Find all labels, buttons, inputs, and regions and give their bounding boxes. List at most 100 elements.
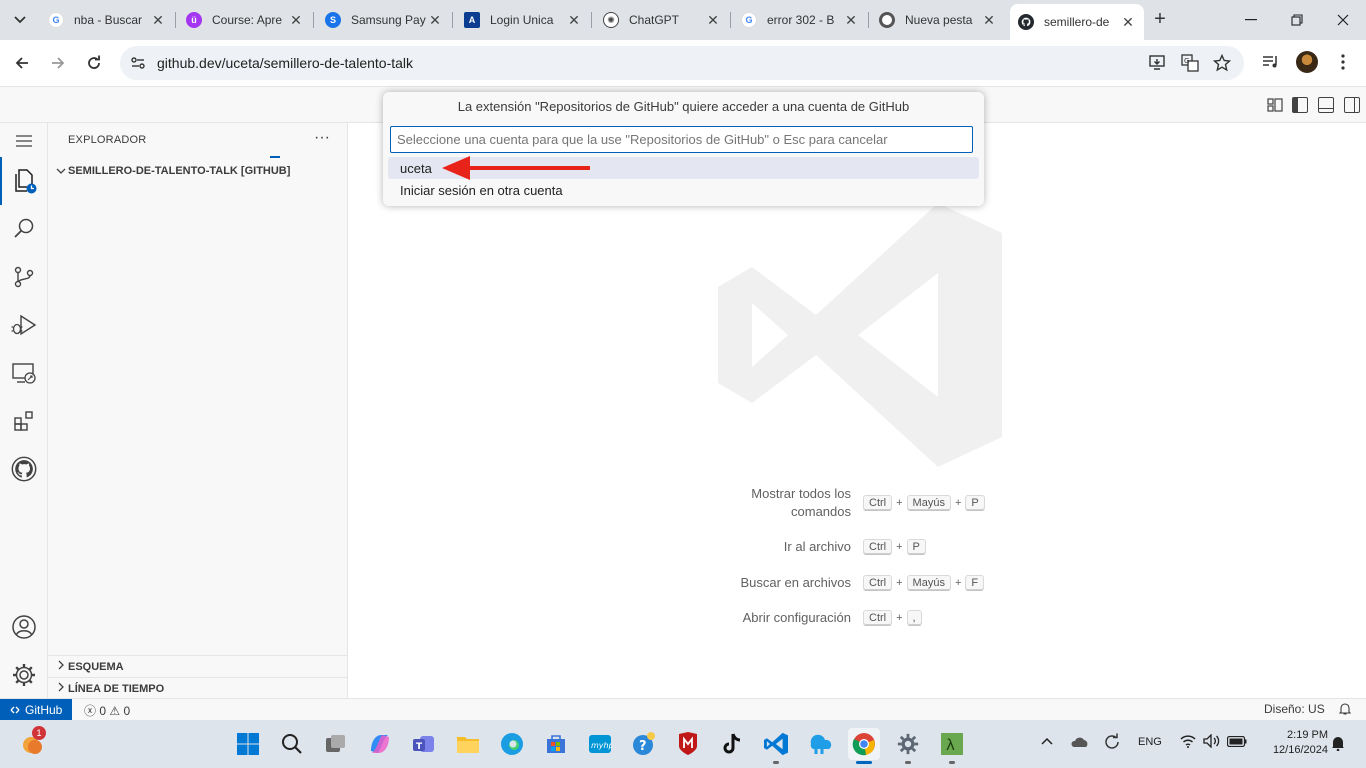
teams-icon[interactable]: T bbox=[408, 728, 440, 760]
github-icon[interactable] bbox=[0, 445, 48, 493]
cloud-app-icon[interactable] bbox=[804, 728, 836, 760]
customize-layout-icon[interactable] bbox=[1267, 97, 1283, 113]
shortcut-label: Mostrar todos los comandos bbox=[751, 486, 851, 519]
myhp-icon[interactable]: myhp bbox=[584, 728, 616, 760]
close-tab-icon[interactable]: ✕ bbox=[566, 12, 582, 28]
close-tab-icon[interactable]: ✕ bbox=[427, 12, 443, 28]
lambda-app-icon[interactable]: λ bbox=[936, 728, 968, 764]
copilot-icon[interactable] bbox=[364, 728, 396, 760]
shortcut-find-in-files: Buscar en archivos Ctrl + Mayús + F bbox=[708, 574, 1008, 592]
onedrive-icon[interactable] bbox=[1071, 736, 1089, 751]
address-bar[interactable]: github.dev/uceta/semillero-de-talento-ta… bbox=[120, 46, 1244, 80]
back-button[interactable] bbox=[8, 49, 36, 77]
accounts-icon[interactable] bbox=[0, 603, 48, 651]
chevron-right-icon bbox=[54, 660, 68, 673]
profile-avatar[interactable] bbox=[1295, 50, 1319, 74]
browser-toolbar: github.dev/uceta/semillero-de-talento-ta… bbox=[0, 40, 1366, 86]
tiktok-icon[interactable] bbox=[716, 728, 748, 760]
remote-explorer-icon[interactable] bbox=[0, 349, 48, 397]
browser-tab[interactable]: G error 302 - B ✕ bbox=[733, 4, 867, 36]
source-control-icon[interactable] bbox=[0, 253, 48, 301]
toggle-secondary-sidebar-icon[interactable] bbox=[1344, 97, 1360, 113]
extensions-icon[interactable] bbox=[0, 397, 48, 445]
key-comma: , bbox=[906, 610, 922, 626]
edge-icon[interactable] bbox=[496, 728, 528, 760]
keyboard-layout[interactable]: Diseño: US bbox=[1264, 702, 1325, 716]
minimize-button[interactable] bbox=[1228, 0, 1274, 40]
toggle-panel-icon[interactable] bbox=[1318, 97, 1334, 113]
settings-gear-icon[interactable] bbox=[0, 651, 48, 699]
show-hidden-icons-chevron[interactable] bbox=[1041, 734, 1053, 748]
focus-indicator bbox=[270, 156, 280, 158]
chrome-menu-icon[interactable] bbox=[1331, 50, 1355, 74]
site-info-icon[interactable] bbox=[130, 55, 146, 71]
weather-widget-icon[interactable]: 1 bbox=[16, 726, 48, 760]
task-view-icon[interactable] bbox=[320, 728, 352, 760]
outline-section[interactable]: ESQUEMA bbox=[48, 655, 348, 677]
new-tab-button[interactable]: + bbox=[1148, 8, 1172, 32]
browser-tab[interactable]: A Login Unica ✕ bbox=[456, 4, 590, 36]
windows-start-icon[interactable] bbox=[232, 728, 264, 760]
browser-tab[interactable]: ü Course: Apre ✕ bbox=[178, 4, 312, 36]
sync-icon[interactable] bbox=[1103, 733, 1121, 754]
mcafee-icon[interactable] bbox=[672, 728, 704, 760]
chevron-down-icon bbox=[54, 166, 68, 177]
battery-icon[interactable] bbox=[1226, 735, 1247, 750]
close-tab-icon[interactable]: ✕ bbox=[705, 12, 721, 28]
workspace-folder[interactable]: SEMILLERO-DE-TALENTO-TALK [GITHUB] bbox=[48, 160, 348, 182]
taskbar-clock[interactable]: 2:19 PM 12/16/2024 bbox=[1258, 728, 1328, 758]
notification-bell-icon[interactable] bbox=[1331, 735, 1345, 754]
login-icon: A bbox=[464, 12, 480, 28]
install-app-icon[interactable] bbox=[1148, 54, 1168, 72]
vscode-taskbar-icon[interactable] bbox=[760, 728, 792, 764]
get-help-icon[interactable]: ? bbox=[628, 728, 660, 760]
browser-tab-active[interactable]: semillero-de ✕ bbox=[1010, 4, 1144, 40]
account-quick-pick: La extensión "Repositorios de GitHub" qu… bbox=[383, 92, 984, 206]
close-window-button[interactable] bbox=[1320, 0, 1366, 40]
close-tab-icon[interactable]: ✕ bbox=[981, 12, 997, 28]
volume-icon[interactable] bbox=[1203, 733, 1221, 751]
taskbar-search-icon[interactable] bbox=[276, 728, 308, 760]
close-tab-icon[interactable]: ✕ bbox=[288, 12, 304, 28]
chevron-right-icon bbox=[54, 682, 68, 695]
settings-taskbar-icon[interactable] bbox=[892, 728, 924, 764]
close-tab-icon[interactable]: ✕ bbox=[1120, 14, 1136, 30]
close-tab-icon[interactable]: ✕ bbox=[843, 12, 859, 28]
media-control-icon[interactable] bbox=[1259, 50, 1283, 74]
browser-tab[interactable]: Nueva pesta ✕ bbox=[871, 4, 1005, 36]
problems-indicator[interactable]: ⓧ 0 ⚠ 0 bbox=[84, 702, 130, 719]
microsoft-store-icon[interactable] bbox=[540, 728, 572, 760]
section-label: ESQUEMA bbox=[68, 660, 124, 673]
translate-icon[interactable]: G bbox=[1180, 54, 1200, 72]
language-indicator[interactable]: ENG bbox=[1138, 736, 1162, 748]
tab-title: error 302 - B bbox=[767, 13, 835, 27]
browser-tab[interactable]: S Samsung Pay ✕ bbox=[317, 4, 451, 36]
toggle-primary-sidebar-icon[interactable] bbox=[1292, 97, 1308, 113]
browser-tab[interactable]: G nba - Buscar ✕ bbox=[40, 4, 174, 36]
tab-title: ChatGPT bbox=[629, 13, 680, 27]
sign-in-other-account-option[interactable]: Iniciar sesión en otra cuenta bbox=[388, 179, 979, 201]
wifi-icon[interactable] bbox=[1180, 734, 1196, 751]
tab-search-chevron-icon[interactable] bbox=[8, 8, 32, 32]
tab-title: Nueva pesta bbox=[905, 13, 973, 27]
reload-button[interactable] bbox=[80, 49, 108, 77]
search-icon[interactable] bbox=[0, 205, 48, 253]
file-explorer-icon[interactable] bbox=[452, 728, 484, 760]
clock-time: 2:19 PM bbox=[1287, 729, 1328, 741]
notifications-bell-icon[interactable] bbox=[1338, 702, 1352, 718]
chrome-taskbar-icon[interactable] bbox=[848, 728, 880, 764]
browser-tab[interactable]: ✺ ChatGPT ✕ bbox=[595, 4, 729, 36]
close-tab-icon[interactable]: ✕ bbox=[150, 12, 166, 28]
key-ctrl: Ctrl bbox=[863, 495, 893, 511]
quick-pick-input[interactable] bbox=[390, 126, 973, 153]
more-actions-icon[interactable]: ··· bbox=[314, 129, 330, 147]
run-and-debug-icon[interactable] bbox=[0, 301, 48, 349]
forward-button[interactable] bbox=[44, 49, 72, 77]
bookmark-star-icon[interactable] bbox=[1212, 54, 1232, 72]
explorer-icon[interactable] bbox=[0, 157, 48, 205]
timeline-section[interactable]: LÍNEA DE TIEMPO bbox=[48, 677, 348, 699]
remote-icon bbox=[10, 706, 20, 714]
remote-indicator[interactable]: GitHub bbox=[0, 699, 72, 721]
tab-separator bbox=[730, 12, 731, 28]
restore-button[interactable] bbox=[1274, 0, 1320, 40]
